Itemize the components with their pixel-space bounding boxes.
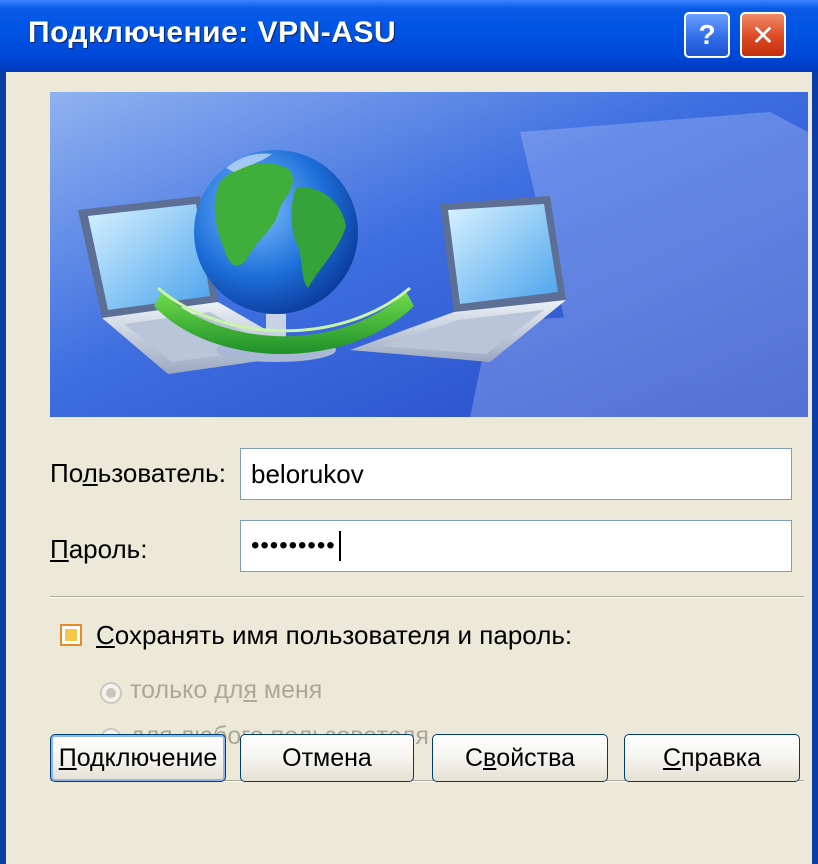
- text-caret: [338, 531, 341, 561]
- username-input[interactable]: belorukov: [240, 448, 792, 500]
- title-bar[interactable]: Подключение: VPN-ASU ? ✕: [0, 0, 818, 72]
- properties-button[interactable]: Св ойства: [432, 734, 608, 782]
- user-label: Пользователь:: [50, 458, 226, 488]
- network-illustration: [50, 92, 808, 417]
- save-credentials-label: Сохранять имя пользователя и пароль:: [96, 620, 573, 650]
- help-button[interactable]: Справка: [624, 734, 800, 782]
- divider: [50, 596, 804, 598]
- only-me-radio[interactable]: [100, 682, 122, 704]
- password-input[interactable]: •••••••••: [240, 520, 792, 572]
- connection-banner: [50, 92, 808, 417]
- window-title: Подключение: VPN-ASU: [28, 16, 397, 49]
- close-icon[interactable]: ✕: [740, 12, 786, 58]
- dialog-window: Подключение: VPN-ASU ? ✕ Пользователь: b…: [0, 0, 818, 864]
- help-icon[interactable]: ?: [684, 12, 730, 58]
- cancel-button[interactable]: Отмена: [240, 734, 414, 782]
- connect-button[interactable]: Подключение: [50, 734, 226, 782]
- password-label: Пароль:: [50, 534, 148, 564]
- save-credentials-checkbox[interactable]: [60, 624, 82, 646]
- only-me-label: только для меня: [130, 676, 323, 704]
